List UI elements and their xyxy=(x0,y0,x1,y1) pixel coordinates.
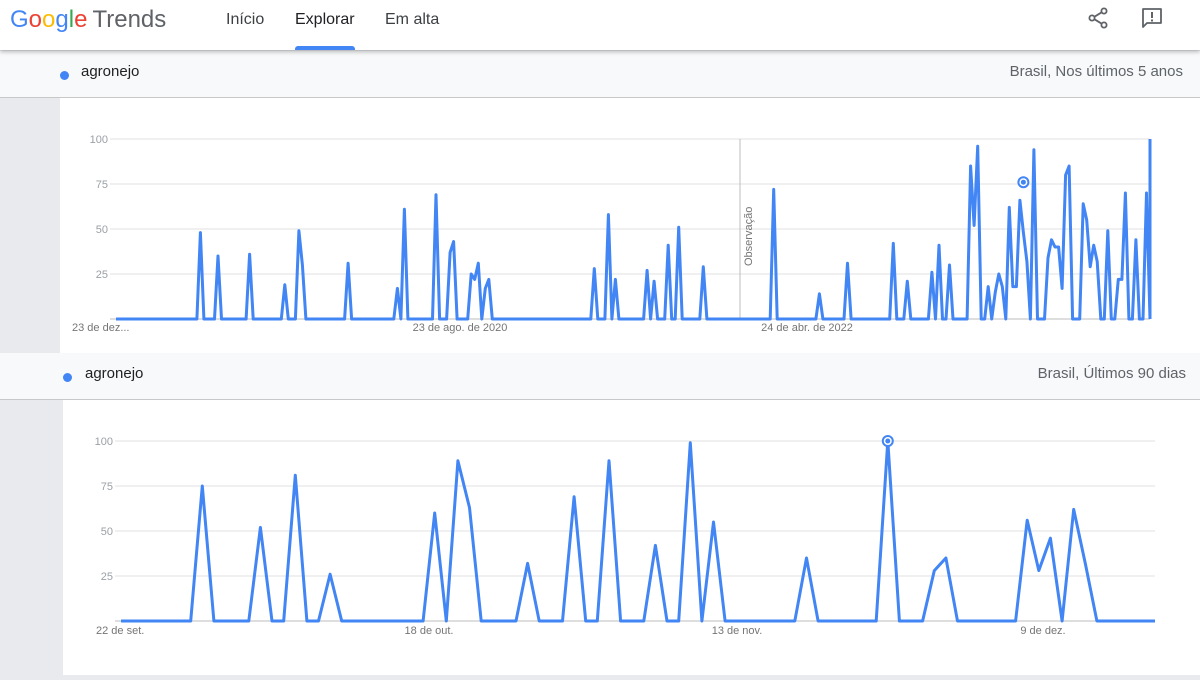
series-line xyxy=(116,144,1152,321)
interest-over-time-chart-2: 100 75 50 25 22 de set. 18 de out. 13 de nov. 9… xyxy=(63,400,1200,675)
search-term[interactable]: agronejo xyxy=(81,63,139,80)
series-color-dot xyxy=(63,373,72,382)
x-tick-label: 23 de dez... xyxy=(72,322,130,334)
series-color-dot xyxy=(60,71,69,80)
comparison-header-1: agronejo Brasil, Nos últimos 5 anos xyxy=(0,51,1200,98)
x-tick-label: 9 de dez. xyxy=(1020,625,1065,637)
observation-note-label: Observação xyxy=(743,207,755,266)
line-chart-5-years[interactable]: 100 75 50 25 23 de dez... 23 de ago. de 2020 2… xyxy=(60,98,1200,353)
y-tick-label: 25 xyxy=(101,571,113,583)
logo-letter: o xyxy=(42,6,56,33)
y-tick-label: 50 xyxy=(96,224,108,236)
hover-point-dot xyxy=(885,438,891,444)
comparison-header-2: agronejo Brasil, Últimos 90 dias xyxy=(0,353,1200,400)
nav-tab-label: Em alta xyxy=(385,11,440,28)
x-tick-label: 13 de nov. xyxy=(712,625,763,637)
interest-over-time-chart-1: 100 75 50 25 23 de dez... 23 de ago. de 2020 2… xyxy=(60,98,1200,353)
nav-tab-explorar[interactable]: Explorar xyxy=(295,0,355,50)
nav-tab-label: Início xyxy=(226,11,265,28)
y-tick-label: 100 xyxy=(90,134,108,146)
x-tick-label: 18 de out. xyxy=(405,625,454,637)
y-tick-label: 25 xyxy=(96,269,108,281)
logo-letter: o xyxy=(28,6,43,33)
x-tick-label: 23 de ago. de 2020 xyxy=(413,322,508,334)
region-time-range[interactable]: Brasil, Nos últimos 5 anos xyxy=(1010,63,1183,80)
logo-letter: e xyxy=(74,6,88,33)
google-trends-logo[interactable]: Google Trends xyxy=(10,6,166,34)
x-tick-label: 24 de abr. de 2022 xyxy=(761,322,853,334)
y-tick-label: 100 xyxy=(95,436,113,448)
region-time-range[interactable]: Brasil, Últimos 90 dias xyxy=(1038,365,1186,382)
top-app-bar: Google Trends Início Explorar Em alta xyxy=(0,0,1200,50)
line-chart-90-days[interactable]: 100 75 50 25 22 de set. 18 de out. 13 de nov. 9… xyxy=(63,400,1200,675)
nav-tab-em-alta[interactable]: Em alta xyxy=(385,0,439,50)
logo-letter: G xyxy=(10,6,29,33)
hover-point-dot xyxy=(1020,179,1026,185)
logo-letter: g xyxy=(55,6,69,33)
nav-tab-label: Explorar xyxy=(295,11,355,28)
logo-product-name: Trends xyxy=(92,6,167,33)
y-tick-label: 50 xyxy=(101,526,113,538)
share-icon[interactable] xyxy=(1086,6,1112,32)
y-tick-label: 75 xyxy=(101,481,113,493)
search-term[interactable]: agronejo xyxy=(85,365,143,382)
x-tick-label: 22 de set. xyxy=(96,625,144,637)
nav-tab-inicio[interactable]: Início xyxy=(226,0,264,50)
logo-google-word: Google xyxy=(10,6,87,33)
feedback-icon[interactable] xyxy=(1140,6,1166,32)
y-tick-label: 75 xyxy=(96,179,108,191)
active-tab-indicator xyxy=(295,46,355,50)
